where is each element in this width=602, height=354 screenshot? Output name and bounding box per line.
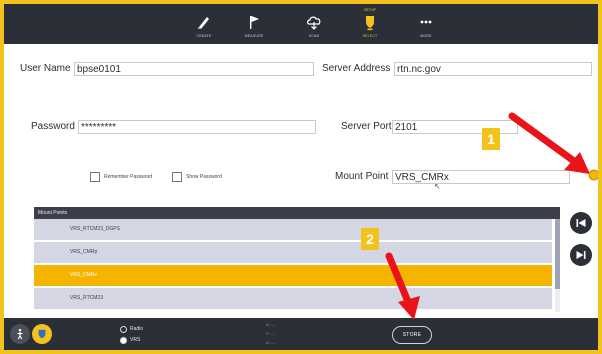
skip-first-icon [576, 219, 586, 227]
cloud-scan-icon [307, 16, 321, 30]
password-label: Password [31, 121, 75, 132]
select-icon [366, 16, 374, 31]
radio-option-vrs[interactable] [120, 337, 127, 344]
mount-points-scrollbar[interactable] [555, 219, 560, 312]
pen-icon [198, 17, 209, 29]
toolbar-item-more[interactable]: MORE [404, 7, 448, 41]
mount-points-header: Mount Points [34, 207, 560, 219]
annotation-badge-2: 2 [361, 228, 379, 250]
skip-first-button[interactable] [570, 212, 592, 234]
scrollbar-thumb[interactable] [555, 219, 560, 289]
toolbar-item-measure[interactable]: MEASURE [232, 7, 276, 41]
radio-option-radio[interactable] [120, 326, 127, 333]
mount-point-dropdown-icon[interactable] [588, 169, 598, 181]
server-port-label: Server Port [341, 121, 392, 132]
coord-x: X: --- [266, 322, 275, 327]
top-toolbar: CREATE MEASURE SCAN SETUP SELECT MORE [4, 4, 598, 44]
coord-z: Z: --- [266, 340, 275, 345]
app-window: CREATE MEASURE SCAN SETUP SELECT MORE Us… [4, 4, 598, 350]
mount-point-item-selected[interactable]: VRS_CMRx [34, 265, 552, 286]
flag-icon [250, 16, 259, 29]
username-label: User Name [20, 63, 71, 74]
person-walk-icon [17, 328, 23, 340]
username-field[interactable]: bpse0101 [74, 62, 314, 76]
server-address-label: Server Address [322, 63, 391, 74]
show-password-checkbox[interactable] [172, 172, 182, 182]
skip-last-icon [576, 251, 586, 259]
toolbar-item-create[interactable]: CREATE [182, 7, 226, 41]
mount-point-item[interactable]: VRS_RTCM23 [34, 288, 552, 309]
radio-option-vrs-label: VRS [130, 337, 141, 343]
instrument-button[interactable] [32, 324, 52, 344]
toolbar-label-measure: MEASURE [244, 34, 264, 38]
toolbar-item-select[interactable]: SETUP SELECT [348, 7, 392, 41]
toolbar-label-select: SELECT [362, 34, 378, 38]
remember-password-checkbox[interactable] [90, 172, 100, 182]
mount-points-list: VRS_RTCM23_DGPS VRS_CMRp VRS_CMRx VRS_RT… [34, 219, 552, 312]
walk-mode-button[interactable] [10, 324, 30, 344]
toolbar-toplabel-setup: SETUP [364, 8, 376, 12]
toolbar-label-create: CREATE [196, 34, 212, 38]
red-arrow-1 [508, 112, 590, 174]
toolbar-item-scan[interactable]: SCAN [292, 7, 336, 41]
toolbar-label-scan: SCAN [308, 34, 320, 38]
mouse-cursor-icon: ↖ [434, 182, 441, 191]
more-icon [420, 20, 432, 24]
mount-point-label: Mount Point [335, 171, 389, 182]
mount-point-field[interactable]: VRS_CMRx [392, 170, 570, 184]
toolbar-label-more: MORE [420, 34, 432, 38]
skip-last-button[interactable] [570, 244, 592, 266]
bottom-bar: Radio VRS X: --- Y: --- Z: --- STORE [4, 318, 598, 350]
server-address-field[interactable]: rtn.nc.gov [394, 62, 592, 76]
instrument-icon [38, 329, 46, 339]
mount-point-item[interactable]: VRS_RTCM23_DGPS [34, 219, 552, 240]
remember-password-label: Remember Password [104, 174, 153, 180]
radio-option-radio-label: Radio [130, 326, 144, 332]
password-field[interactable]: ********* [78, 120, 316, 134]
show-password-label: Show Password [186, 174, 222, 180]
coord-y: Y: --- [266, 331, 275, 336]
annotation-badge-1: 1 [482, 128, 500, 150]
mount-point-item[interactable]: VRS_CMRp [34, 242, 552, 263]
store-button[interactable]: STORE [392, 326, 432, 344]
